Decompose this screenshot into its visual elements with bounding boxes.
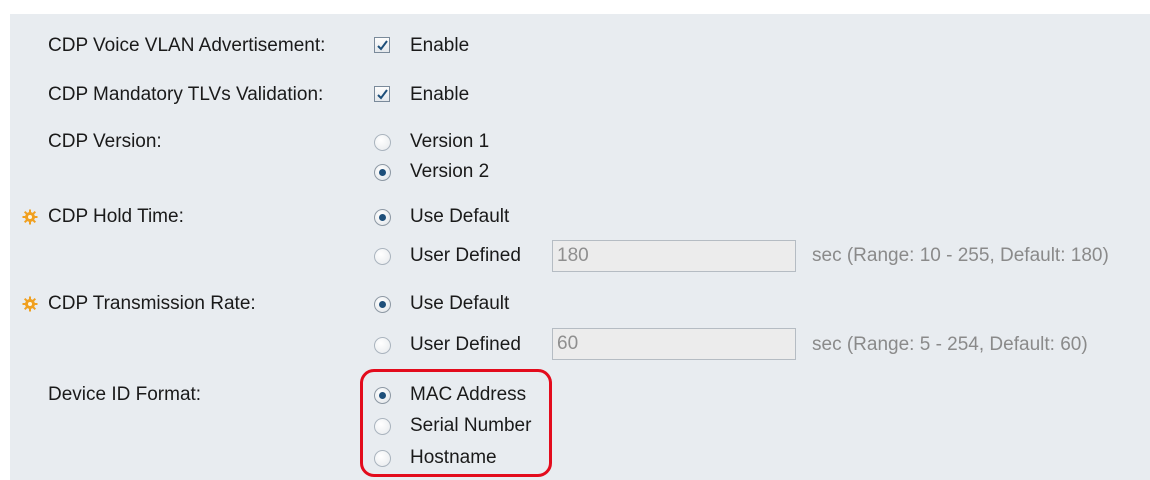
voice-vlan-label: CDP Voice VLAN Advertisement: bbox=[48, 35, 326, 56]
hold-time-input[interactable] bbox=[552, 240, 796, 272]
checkmark-icon bbox=[377, 89, 388, 100]
hold-time-range-hint: sec (Range: 10 - 255, Default: 180) bbox=[812, 245, 1109, 266]
transmission-rate-user-defined-label: User Defined bbox=[410, 334, 521, 355]
checkbox[interactable] bbox=[374, 86, 390, 102]
cdp-version-label: CDP Version: bbox=[48, 131, 162, 152]
hold-time-label: CDP Hold Time: bbox=[48, 206, 184, 227]
mandatory-tlvs-label: CDP Mandatory TLVs Validation: bbox=[48, 84, 324, 105]
transmission-rate-range-hint: sec (Range: 5 - 254, Default: 60) bbox=[812, 334, 1088, 355]
radio-button[interactable] bbox=[374, 337, 391, 354]
highlight-box bbox=[360, 369, 552, 477]
transmission-rate-input[interactable] bbox=[552, 328, 796, 360]
checkbox[interactable] bbox=[374, 37, 390, 53]
radio-button[interactable] bbox=[374, 209, 391, 226]
transmission-rate-label: CDP Transmission Rate: bbox=[48, 293, 256, 314]
transmission-rate-use-default-label: Use Default bbox=[410, 293, 510, 314]
gear-icon bbox=[22, 209, 38, 225]
mandatory-tlvs-enable-label: Enable bbox=[410, 84, 470, 105]
checkmark-icon bbox=[377, 40, 388, 51]
gear-icon bbox=[22, 296, 38, 312]
voice-vlan-enable-label: Enable bbox=[410, 35, 470, 56]
version-2-label: Version 2 bbox=[410, 161, 490, 182]
radio-button[interactable] bbox=[374, 248, 391, 265]
version-1-label: Version 1 bbox=[410, 131, 490, 152]
radio-button[interactable] bbox=[374, 296, 391, 313]
hold-time-use-default-label: Use Default bbox=[410, 206, 510, 227]
radio-button[interactable] bbox=[374, 164, 391, 181]
device-id-format-label: Device ID Format: bbox=[48, 384, 202, 405]
hold-time-user-defined-label: User Defined bbox=[410, 245, 521, 266]
radio-button[interactable] bbox=[374, 134, 391, 151]
